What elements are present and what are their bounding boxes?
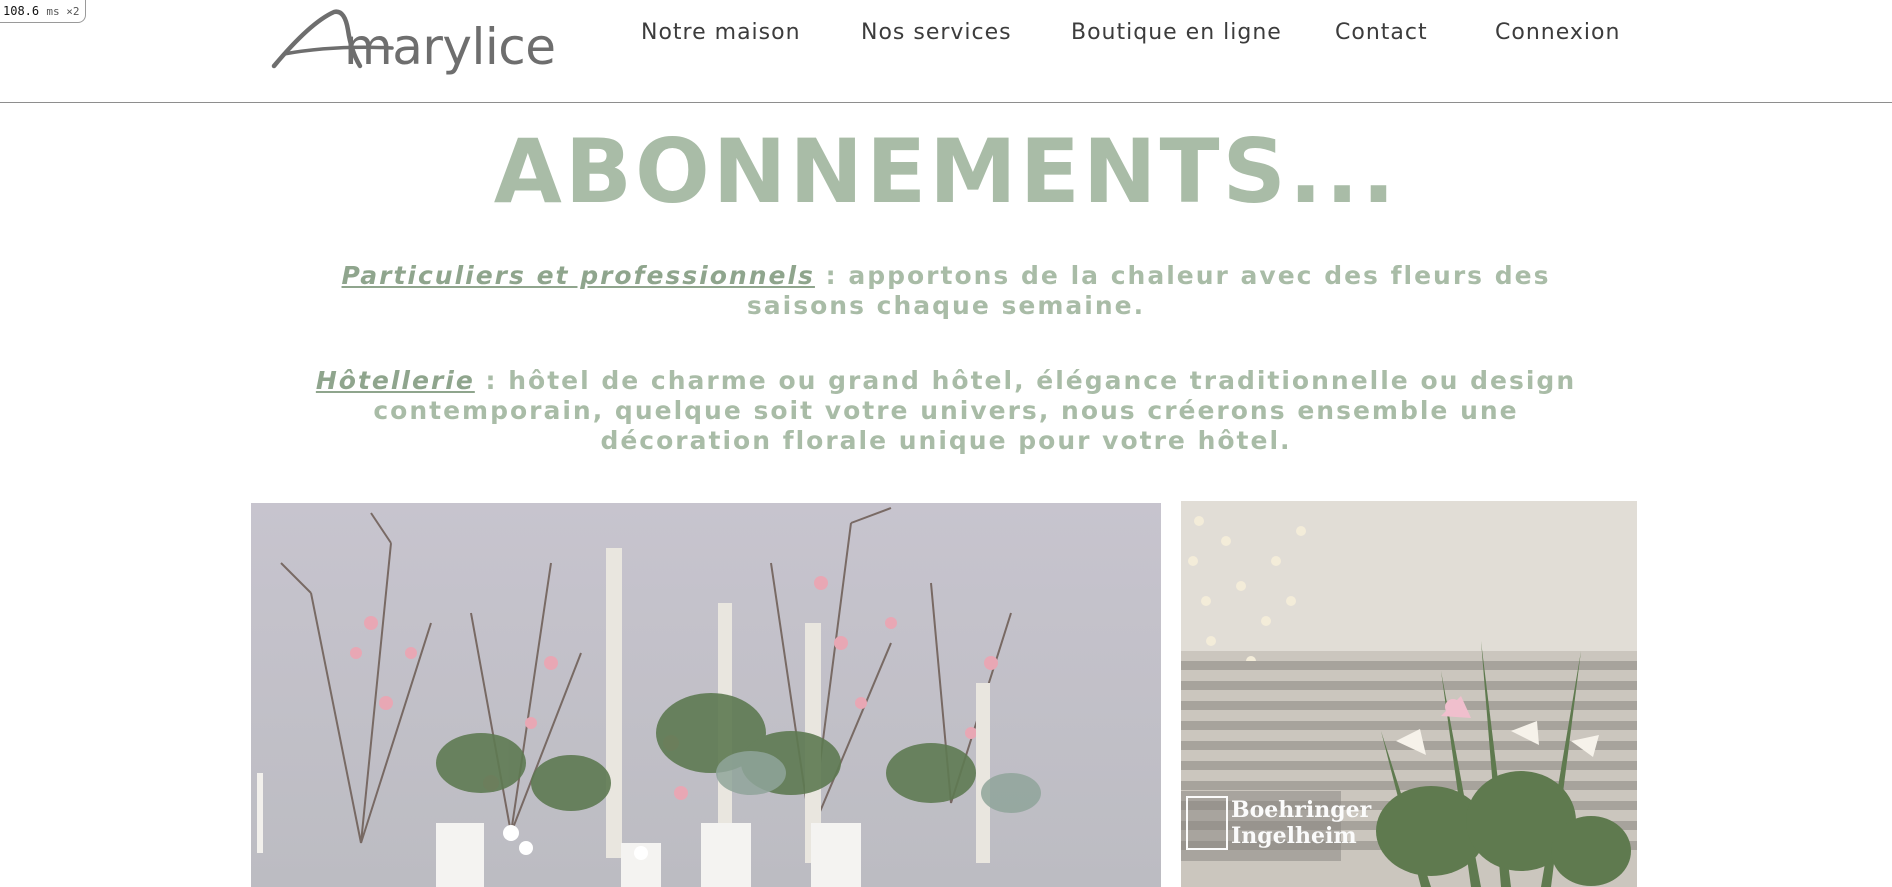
perf-value: 108.6 <box>3 4 40 18</box>
nav-contact[interactable]: Contact <box>1335 20 1428 45</box>
particuliers-link[interactable]: Particuliers et professionnels <box>342 261 815 290</box>
particuliers-text: : apportons de la chaleur avec des fleur… <box>746 261 1551 320</box>
site-header: marylice Notre maison Nos services Bouti… <box>0 0 1892 103</box>
nav-boutique-en-ligne[interactable]: Boutique en ligne <box>1071 20 1282 45</box>
perf-unit: ms ×2 <box>46 5 80 18</box>
sign-line-1: Boehringer <box>1231 797 1372 823</box>
nav-connexion[interactable]: Connexion <box>1495 20 1620 45</box>
intro-hotellerie: Hôtellerie : hôtel de charme ou grand hô… <box>310 366 1582 456</box>
nav-notre-maison[interactable]: Notre maison <box>641 20 801 45</box>
page-title: ABONNEMENTS... <box>493 120 1399 223</box>
nav-nos-services[interactable]: Nos services <box>861 20 1012 45</box>
sign-line-2: Ingelheim <box>1231 823 1357 849</box>
performance-counter: 108.6 ms ×2 <box>0 0 87 23</box>
photo-hotel-lobby: Boehringer Ingelheim <box>1181 501 1637 887</box>
photo-floral-arrangement <box>251 503 1161 887</box>
hotellerie-link[interactable]: Hôtellerie <box>316 366 475 395</box>
hotellerie-text: : hôtel de charme ou grand hôtel, élégan… <box>373 366 1577 455</box>
intro-particuliers: Particuliers et professionnels : apporto… <box>310 261 1582 321</box>
main-nav: Notre maison Nos services Boutique en li… <box>0 0 1892 70</box>
